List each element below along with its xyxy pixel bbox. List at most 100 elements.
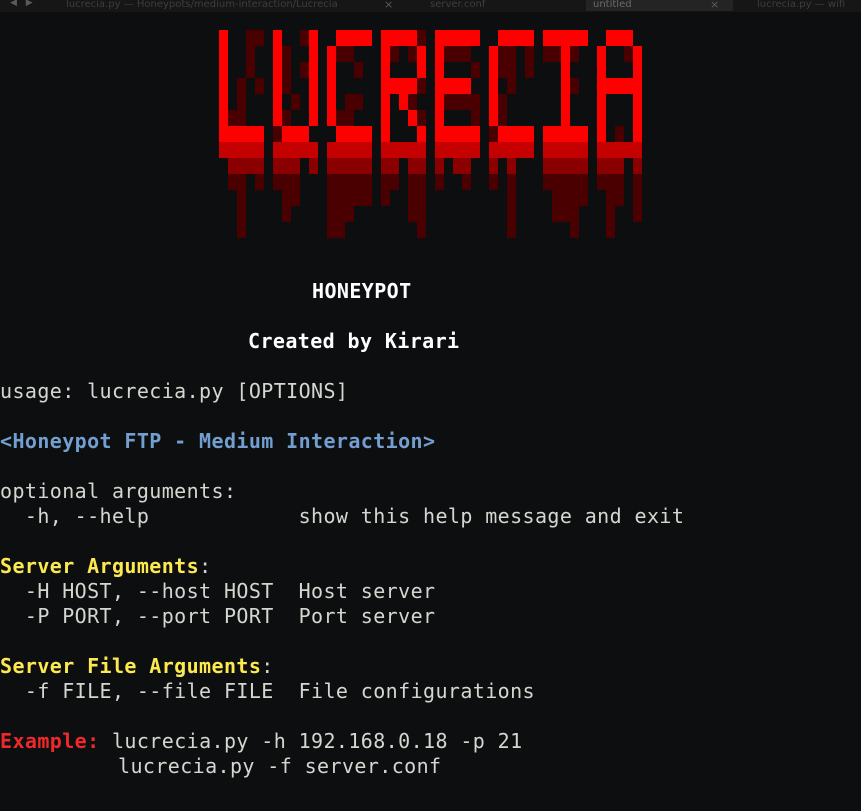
banner-pixel: [399, 142, 408, 158]
port-option-row: -P PORT, --port PORT Port server: [0, 604, 435, 629]
banner-pixel: [417, 142, 426, 158]
banner-pixel: [327, 62, 336, 78]
banner-pixel: [552, 46, 561, 62]
port-description: Port server: [298, 604, 436, 628]
banner-pixel: [579, 30, 588, 46]
banner-pixel: [633, 110, 642, 126]
lucrecia-ascii-banner: [219, 30, 642, 238]
banner-pixel: [516, 126, 525, 142]
banner-pixel: [291, 94, 300, 110]
banner-pixel: [597, 62, 606, 78]
banner-pixel: [579, 126, 588, 142]
tab-server-conf[interactable]: server.conf: [430, 0, 580, 11]
banner-pixel: [408, 46, 417, 62]
help-description: show this help message and exit: [298, 504, 685, 528]
banner-pixel: [471, 62, 480, 78]
banner-pixel: [525, 126, 534, 142]
tab-untitled[interactable]: untitled ×: [586, 0, 733, 11]
close-icon[interactable]: ×: [710, 0, 719, 11]
banner-pixel: [489, 174, 498, 190]
banner-pixel: [444, 142, 453, 158]
banner-pixel: [624, 78, 633, 94]
banner-pixel: [363, 190, 372, 206]
banner-pixel: [363, 174, 372, 190]
banner-pixel: [606, 30, 615, 46]
banner-pixel: [219, 30, 228, 46]
banner-pixel: [237, 110, 246, 126]
banner-pixel: [381, 46, 390, 62]
banner-pixel: [615, 142, 624, 158]
tab-nav-arrows-icon[interactable]: ◀ ▶: [10, 0, 36, 8]
banner-pixel: [471, 110, 480, 126]
banner-pixel: [408, 30, 417, 46]
banner-pixel: [354, 62, 363, 78]
banner-pixel: [291, 142, 300, 158]
banner-pixel: [399, 78, 408, 94]
banner-pixel: [444, 30, 453, 46]
banner-pixel: [543, 142, 552, 158]
banner-pixel: [570, 142, 579, 158]
banner-pixel: [498, 46, 507, 62]
banner-pixel: [507, 142, 516, 158]
banner-pixel: [507, 174, 516, 190]
banner-pixel: [507, 158, 516, 174]
banner-pixel: [354, 94, 363, 110]
banner-pixel: [561, 30, 570, 46]
banner-pixel: [570, 126, 579, 142]
banner-pixel: [309, 78, 318, 94]
banner-pixel: [354, 30, 363, 46]
banner-pixel: [273, 126, 282, 142]
banner-pixel: [381, 142, 390, 158]
banner-pixel: [462, 126, 471, 142]
banner-pixel: [309, 30, 318, 46]
banner-pixel: [435, 174, 444, 190]
banner-pixel: [525, 62, 534, 78]
banner-pixel: [327, 94, 336, 110]
banner-pixel: [444, 126, 453, 142]
banner-pixel: [543, 30, 552, 46]
host-description: Host server: [298, 579, 436, 603]
banner-pixel: [219, 126, 228, 142]
banner-pixel: [327, 158, 336, 174]
example-line-2: lucrecia.py -f server.conf: [118, 754, 442, 778]
banner-pixel: [597, 94, 606, 110]
banner-pixel: [417, 190, 426, 206]
banner-pixel: [462, 142, 471, 158]
banner-pixel: [282, 206, 291, 222]
banner-pixel: [408, 94, 417, 110]
file-description: File configurations: [298, 679, 535, 703]
close-icon[interactable]: ×: [384, 0, 393, 11]
help-option-row: -h, --help show this help message and ex…: [0, 504, 684, 529]
banner-pixel: [471, 30, 480, 46]
tab-lucrecia-py[interactable]: lucrecia.py — Honeypots/medium-interacti…: [66, 0, 396, 11]
banner-pixel: [417, 158, 426, 174]
banner-pixel: [525, 142, 534, 158]
banner-pixel: [246, 142, 255, 158]
banner-pixel: [615, 30, 624, 46]
banner-pixel: [282, 142, 291, 158]
help-flag: -h, --help: [0, 504, 299, 528]
banner-pixel: [507, 206, 516, 222]
banner-pixel: [633, 142, 642, 158]
tab-lucrecia-wifi[interactable]: lucrecia.py — wifi: [757, 0, 861, 11]
file-flag: -f FILE, --file FILE: [0, 679, 299, 703]
banner-pixel: [507, 30, 516, 46]
banner-pixel: [624, 30, 633, 46]
subtitle-text: HONEYPOT: [312, 279, 412, 303]
banner-pixel: [273, 158, 282, 174]
banner-pixel: [444, 78, 453, 94]
banner-pixel: [336, 190, 345, 206]
banner-pixel: [615, 78, 624, 94]
banner-pixel: [570, 158, 579, 174]
banner-pixel: [390, 158, 399, 174]
banner-pixel: [354, 126, 363, 142]
banner-pixel: [354, 190, 363, 206]
banner-pixel: [561, 94, 570, 110]
banner-pixel: [363, 126, 372, 142]
banner-pixel: [309, 62, 318, 78]
banner-pixel: [237, 142, 246, 158]
banner-pixel: [309, 158, 318, 174]
editor-tab-bar: ◀ ▶ lucrecia.py — Honeypots/medium-inter…: [0, 0, 861, 12]
banner-pixel: [363, 142, 372, 158]
banner-pixel: [399, 30, 408, 46]
